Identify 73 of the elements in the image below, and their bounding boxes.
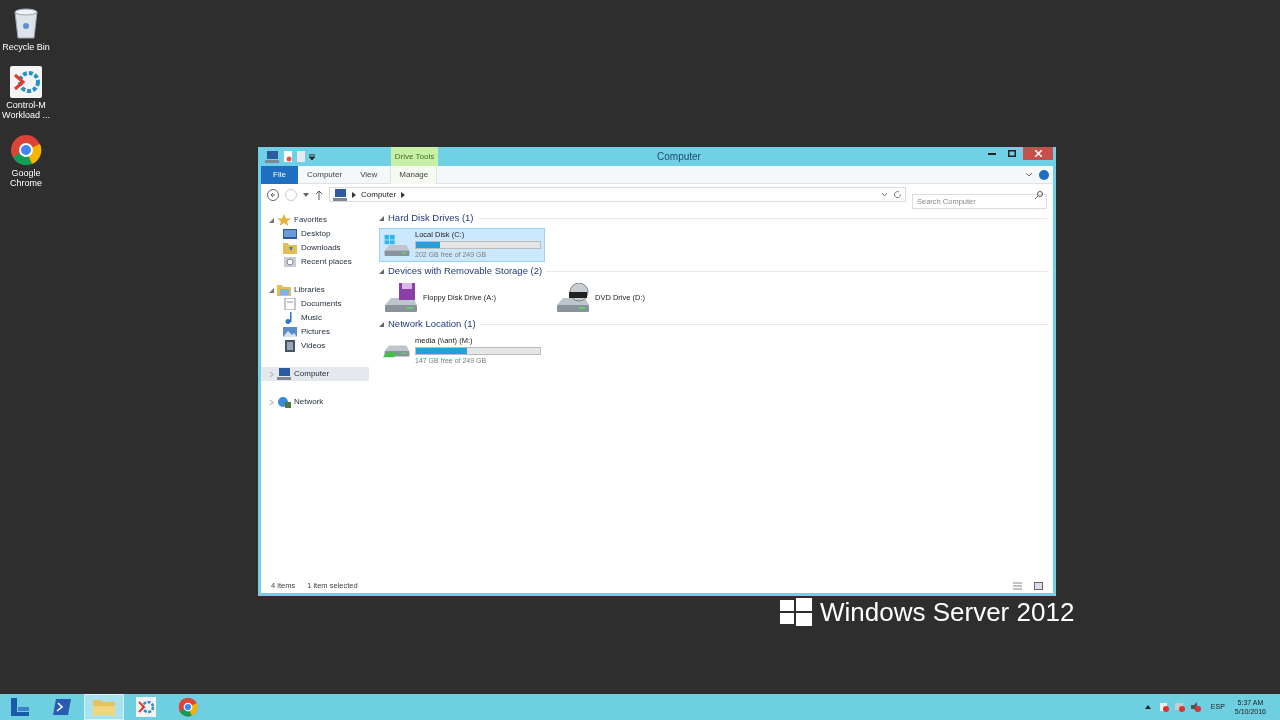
breadcrumb[interactable]: Computer — [361, 188, 397, 201]
film-icon — [283, 340, 297, 352]
desktop-icon-label[interactable]: Recycle Bin — [1, 42, 51, 52]
expanded-arrow-icon[interactable] — [269, 287, 274, 293]
picture-icon — [283, 326, 297, 338]
tiles-view-icon[interactable] — [1034, 581, 1043, 590]
dropdown-icon[interactable] — [309, 153, 315, 160]
file-tab[interactable]: File — [261, 165, 298, 184]
star-icon — [277, 214, 291, 226]
expand-ribbon-icon[interactable] — [1025, 171, 1033, 178]
computer-icon — [277, 368, 291, 380]
nav-item[interactable]: Recent places — [261, 255, 369, 269]
computer-icon — [333, 188, 347, 201]
computer-icon — [265, 150, 279, 163]
expanded-arrow-icon[interactable] — [269, 217, 274, 223]
speaker-icon[interactable] — [1190, 702, 1201, 712]
dvd-drive-icon — [555, 283, 591, 313]
network-drive-icon — [383, 343, 411, 359]
ribbon-tab[interactable]: View — [351, 165, 387, 184]
ribbon-tab[interactable]: Computer — [298, 165, 352, 184]
nav-item[interactable]: Computer — [261, 367, 369, 381]
desktop-icon-label[interactable]: Google Chrome — [1, 168, 51, 188]
collapse-arrow-icon[interactable] — [379, 269, 384, 274]
group-header[interactable]: Hard Disk Drives (1) — [388, 211, 474, 226]
document-icon — [283, 298, 297, 310]
nav-item[interactable]: Desktop — [261, 227, 369, 241]
window-title: Computer — [657, 150, 701, 164]
group-header[interactable]: Network Location (1) — [388, 317, 476, 332]
gear-icon — [136, 697, 156, 717]
close-icon — [1034, 150, 1042, 157]
group-header[interactable]: Devices with Removable Storage (2) — [388, 264, 543, 279]
chrome-icon — [10, 134, 42, 166]
monitor-icon — [283, 228, 297, 240]
maximize-icon — [1008, 150, 1016, 157]
properties-icon[interactable] — [283, 151, 293, 162]
recycle-bin-icon — [11, 6, 41, 40]
nav-item[interactable]: Network — [261, 395, 369, 409]
up-icon[interactable] — [315, 189, 323, 200]
nav-item[interactable]: Favorites — [261, 213, 369, 227]
chevron-icon — [352, 191, 356, 198]
chevron-icon — [401, 191, 406, 198]
minimize-icon — [988, 152, 996, 155]
collapse-arrow-icon[interactable] — [379, 322, 384, 327]
collapse-arrow-icon[interactable] — [379, 216, 384, 221]
contextual-tab-header: Drive Tools — [391, 147, 438, 166]
nav-item[interactable]: Pictures — [261, 325, 369, 339]
nav-item[interactable]: Music — [261, 311, 369, 325]
recent-locations-icon[interactable] — [303, 192, 309, 197]
address-bar[interactable]: Computer — [329, 187, 906, 202]
network-status-icon[interactable] — [1174, 702, 1185, 712]
flag-icon[interactable] — [1158, 702, 1169, 712]
tray-arrow-icon[interactable] — [1144, 705, 1151, 709]
server-icon — [9, 696, 31, 718]
nav-item[interactable]: Libraries — [261, 283, 369, 297]
floppy-drive-icon — [383, 283, 419, 313]
refresh-icon[interactable] — [893, 190, 902, 199]
folder-icon — [92, 697, 116, 717]
library-icon — [277, 284, 291, 296]
close-button[interactable] — [1023, 147, 1053, 160]
nav-item[interactable]: Videos — [261, 339, 369, 353]
dropdown-icon[interactable] — [881, 192, 888, 197]
search-icon — [1035, 190, 1043, 199]
nav-item[interactable]: Documents — [261, 297, 369, 311]
terminal-icon — [52, 698, 72, 716]
nav-item[interactable]: Downloads — [261, 241, 369, 255]
back-icon[interactable] — [267, 188, 279, 201]
folder-icon — [283, 242, 297, 254]
chrome-icon — [178, 697, 198, 717]
branding-text: Windows Server 2012 — [820, 598, 1075, 626]
desktop-icon-label[interactable]: Control-M Workload ... — [1, 100, 51, 120]
network-icon — [277, 396, 291, 408]
gear-icon — [10, 66, 42, 98]
windows-logo-icon — [780, 598, 812, 626]
